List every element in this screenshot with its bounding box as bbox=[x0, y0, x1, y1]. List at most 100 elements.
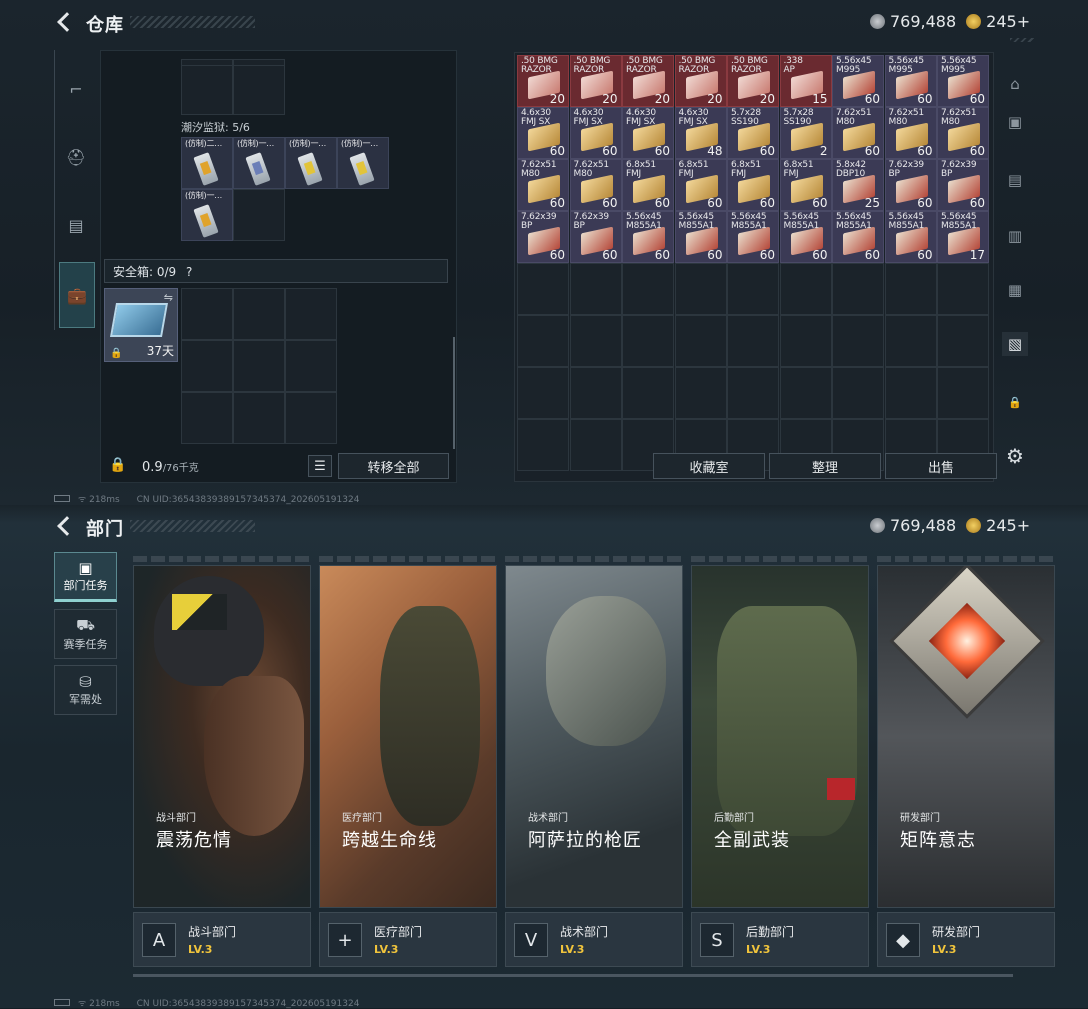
back-arrow-icon[interactable] bbox=[57, 12, 77, 32]
swap-icon[interactable]: ⇋ bbox=[164, 291, 173, 304]
dept-level-medical[interactable]: + 医疗部门 LV.3 bbox=[319, 912, 497, 967]
ammo-item[interactable]: .50 BMG RAZOR 20 bbox=[569, 55, 622, 107]
tidal-item[interactable]: (仿制)一… bbox=[181, 189, 233, 241]
empty-slot[interactable] bbox=[674, 367, 727, 419]
safe-slot[interactable] bbox=[181, 288, 233, 340]
scrollbar[interactable] bbox=[453, 337, 455, 449]
empty-slot[interactable] bbox=[884, 315, 937, 367]
armory-icon[interactable]: ⌂ bbox=[1002, 72, 1028, 96]
add-currency-button[interactable]: + bbox=[1017, 516, 1030, 535]
ammo-item[interactable]: 5.56x45 M855A1 60 bbox=[674, 211, 727, 263]
empty-slot[interactable] bbox=[517, 263, 569, 315]
briefcase-icon[interactable]: 💼 bbox=[59, 262, 95, 328]
helmet-icon[interactable]: ⛑ bbox=[63, 146, 89, 168]
safe-slot[interactable] bbox=[233, 340, 285, 392]
dept-level-combat[interactable]: A 战斗部门 LV.3 bbox=[133, 912, 311, 967]
empty-slot[interactable] bbox=[832, 315, 884, 367]
transfer-all-button[interactable]: 转移全部 bbox=[338, 453, 449, 479]
ammo-item[interactable]: .50 BMG RAZOR 20 bbox=[674, 55, 727, 107]
empty-slot[interactable] bbox=[569, 419, 622, 471]
ammo-item[interactable]: 7.62x51 M80 60 bbox=[832, 107, 884, 159]
ammo-item[interactable]: 6.8x51 FMJ 60 bbox=[622, 159, 674, 211]
empty-slot[interactable] bbox=[517, 419, 569, 471]
ammo-item[interactable]: 6.8x51 FMJ 60 bbox=[727, 159, 779, 211]
empty-slot[interactable] bbox=[727, 367, 779, 419]
ammo-item[interactable]: 7.62x39 BP 60 bbox=[937, 159, 989, 211]
ammo-item[interactable]: 6.8x51 FMJ 60 bbox=[674, 159, 727, 211]
empty-slot[interactable] bbox=[569, 367, 622, 419]
ammo-item[interactable]: 7.62x51 M80 60 bbox=[569, 159, 622, 211]
weapon-case-icon[interactable]: ▣ bbox=[1002, 110, 1028, 134]
ammo-item[interactable]: 4.6x30 FMJ SX 60 bbox=[569, 107, 622, 159]
safe-slot[interactable] bbox=[285, 288, 337, 340]
ammo-item[interactable]: 5.56x45 M855A1 60 bbox=[779, 211, 832, 263]
empty-slot[interactable] bbox=[937, 263, 989, 315]
ammo-case-icon[interactable]: ▤ bbox=[1002, 168, 1028, 192]
ammo-item[interactable]: 7.62x39 BP 60 bbox=[884, 159, 937, 211]
empty-slot[interactable] bbox=[517, 315, 569, 367]
ammo-item[interactable]: 5.56x45 M855A1 60 bbox=[727, 211, 779, 263]
safe-slot[interactable] bbox=[285, 392, 337, 444]
dept-level-logistics[interactable]: S 后勤部门 LV.3 bbox=[691, 912, 869, 967]
empty-slot[interactable] bbox=[779, 367, 832, 419]
empty-slot[interactable] bbox=[937, 367, 989, 419]
empty-slot[interactable] bbox=[727, 263, 779, 315]
empty-slot[interactable] bbox=[569, 263, 622, 315]
ammo-item[interactable]: 5.56x45 M855A1 60 bbox=[832, 211, 884, 263]
empty-slot[interactable] bbox=[937, 315, 989, 367]
dept-level-tactical[interactable]: V 战术部门 LV.3 bbox=[505, 912, 683, 967]
grid-slot[interactable] bbox=[233, 189, 285, 241]
dept-card-combat[interactable]: 战斗部门 震荡危情 bbox=[133, 565, 311, 908]
safe-box-item[interactable]: ⇋ 🔒 37天 bbox=[104, 288, 178, 362]
ammo-item[interactable]: 7.62x51 M80 60 bbox=[884, 107, 937, 159]
rifle-icon[interactable]: ⌐ bbox=[63, 78, 89, 100]
medical-case-icon[interactable]: ▥ bbox=[1002, 224, 1028, 248]
empty-slot[interactable] bbox=[622, 315, 674, 367]
empty-slot[interactable] bbox=[622, 263, 674, 315]
vest-icon[interactable]: ▤ bbox=[63, 214, 89, 236]
ammo-item[interactable]: 7.62x39 BP 60 bbox=[569, 211, 622, 263]
empty-slot[interactable] bbox=[622, 367, 674, 419]
ammo-item[interactable]: 4.6x30 FMJ SX 60 bbox=[622, 107, 674, 159]
empty-slot[interactable] bbox=[884, 367, 937, 419]
ammo-item[interactable]: 5.56x45 M855A1 17 bbox=[937, 211, 989, 263]
ammo-item[interactable]: .50 BMG RAZOR 20 bbox=[622, 55, 674, 107]
empty-slot[interactable] bbox=[569, 315, 622, 367]
nav-quartermaster[interactable]: ⛁ 军需处 bbox=[54, 665, 117, 715]
safe-slot[interactable] bbox=[181, 340, 233, 392]
sell-button[interactable]: 出售 bbox=[885, 453, 997, 479]
collection-room-button[interactable]: 收藏室 bbox=[653, 453, 765, 479]
dept-level-research[interactable]: ◆ 研发部门 LV.3 bbox=[877, 912, 1055, 967]
empty-slot[interactable] bbox=[779, 315, 832, 367]
organize-button[interactable]: 整理 bbox=[769, 453, 881, 479]
tidal-item[interactable]: (仿制)一… bbox=[285, 137, 337, 189]
ammo-item[interactable]: 5.56x45 M995 60 bbox=[884, 55, 937, 107]
empty-slot[interactable] bbox=[884, 263, 937, 315]
horizontal-scrollbar[interactable] bbox=[133, 974, 1013, 977]
ammo-item[interactable]: 5.56x45 M995 60 bbox=[832, 55, 884, 107]
dept-card-tactical[interactable]: 战术部门 阿萨拉的枪匠 bbox=[505, 565, 683, 908]
empty-slot[interactable] bbox=[779, 263, 832, 315]
dept-card-medical[interactable]: 医疗部门 跨越生命线 bbox=[319, 565, 497, 908]
ammo-item[interactable]: 5.8x42 DBP10 25 bbox=[832, 159, 884, 211]
grid-slot[interactable] bbox=[181, 65, 233, 115]
storage-box-icon[interactable]: ▧ bbox=[1002, 332, 1028, 356]
safe-slot[interactable] bbox=[285, 340, 337, 392]
help-icon[interactable]: ? bbox=[186, 265, 192, 279]
safe-slot[interactable] bbox=[233, 288, 285, 340]
empty-slot[interactable] bbox=[832, 263, 884, 315]
list-view-icon[interactable]: ☰ bbox=[308, 455, 332, 477]
empty-slot[interactable] bbox=[832, 367, 884, 419]
dept-card-research[interactable]: 研发部门 矩阵意志 bbox=[877, 565, 1055, 908]
tidal-item[interactable]: (仿制)二… bbox=[181, 137, 233, 189]
tidal-item[interactable]: (仿制)一… bbox=[337, 137, 389, 189]
settings-gear-icon[interactable]: ⚙ bbox=[1002, 444, 1028, 468]
ammo-item[interactable]: 4.6x30 FMJ SX 48 bbox=[674, 107, 727, 159]
add-currency-button[interactable]: + bbox=[1017, 12, 1030, 31]
nav-season-tasks[interactable]: ⛟ 赛季任务 bbox=[54, 609, 117, 659]
ammo-item[interactable]: 5.56x45 M995 60 bbox=[937, 55, 989, 107]
ammo-item[interactable]: 7.62x51 M80 60 bbox=[937, 107, 989, 159]
ammo-item[interactable]: 7.62x51 M80 60 bbox=[517, 159, 569, 211]
grid-slot[interactable] bbox=[233, 65, 285, 115]
ammo-item[interactable]: 5.56x45 M855A1 60 bbox=[622, 211, 674, 263]
